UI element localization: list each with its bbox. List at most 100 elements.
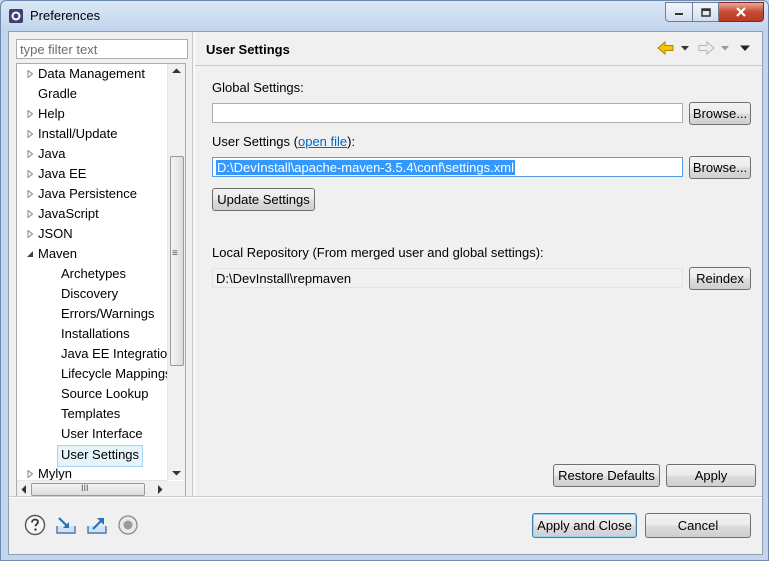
update-settings-button[interactable]: Update Settings: [212, 188, 315, 211]
hscroll-grip: III: [81, 483, 89, 493]
filter-input[interactable]: [16, 39, 188, 59]
window-title: Preferences: [30, 8, 101, 23]
tree-item-label: Mylyn: [38, 466, 72, 481]
tree-item-label: Java EE Integration: [61, 346, 172, 361]
tree-item[interactable]: Errors/Warnings: [61, 304, 154, 324]
tree-item-label: Source Lookup: [61, 386, 149, 401]
tree-item-label: Discovery: [61, 286, 119, 301]
tree-items: Data Management Gradle Help Install/Update J…: [17, 64, 172, 481]
tree-item-label: Lifecycle Mappings: [61, 366, 172, 381]
record-icon[interactable]: [117, 514, 139, 536]
global-settings-input[interactable]: [212, 103, 683, 123]
local-repository-field[interactable]: D:\DevInstall\repmaven: [212, 268, 683, 288]
horizontal-scroll-thumb[interactable]: III: [31, 483, 145, 496]
close-button[interactable]: [719, 2, 764, 22]
tree-item[interactable]: Install/Update: [27, 124, 118, 144]
tree-item-label: Install/Update: [38, 126, 118, 141]
global-settings-label: Global Settings:: [212, 80, 304, 95]
title-separator: [195, 65, 762, 66]
tree-vertical-scrollbar[interactable]: ≡: [167, 64, 185, 480]
import-icon[interactable]: [55, 514, 77, 536]
restore-defaults-button[interactable]: Restore Defaults: [553, 464, 660, 487]
tree-item-label: Maven: [38, 246, 78, 261]
user-browse-button[interactable]: Browse...: [689, 156, 751, 179]
tree-item[interactable]: Gradle: [38, 84, 77, 104]
footer-separator-highlight: [9, 497, 762, 498]
tree-item[interactable]: Source Lookup: [61, 384, 148, 404]
back-dropdown-icon[interactable]: [680, 40, 690, 56]
tree-item[interactable]: Java: [27, 144, 65, 164]
tree-item[interactable]: Data Management: [27, 64, 145, 84]
tree-horizontal-scrollbar[interactable]: III: [17, 480, 168, 497]
forward-arrow-icon[interactable]: [697, 40, 715, 56]
tree-item-label: User Interface: [61, 426, 143, 441]
tree-item[interactable]: Maven: [27, 244, 78, 264]
user-settings-label-text: User Settings (: [212, 134, 298, 149]
preferences-window: Preferences Data Management Gradle Help Ins…: [0, 0, 769, 561]
tree-item[interactable]: Help: [27, 104, 65, 124]
collapsed-triangle-icon[interactable]: [25, 144, 35, 164]
user-settings-value: D:\DevInstall\apache-maven-3.5.4\conf\se…: [216, 160, 515, 175]
collapsed-triangle-icon[interactable]: [25, 224, 35, 244]
tree-item[interactable]: Templates: [61, 404, 120, 424]
eclipse-app-icon: [9, 9, 23, 23]
collapsed-triangle-icon[interactable]: [25, 164, 35, 184]
collapsed-triangle-icon[interactable]: [25, 184, 35, 204]
scroll-down-icon[interactable]: [172, 470, 181, 476]
tree-item[interactable]: Java EE Integration: [61, 344, 172, 364]
preferences-tree: Data Management Gradle Help Install/Update J…: [16, 63, 186, 498]
user-settings-label: User Settings (open file):: [212, 134, 355, 149]
tree-item[interactable]: User Interface: [61, 424, 143, 444]
tree-item-label: Templates: [61, 406, 121, 421]
tree-item[interactable]: Archetypes: [61, 264, 126, 284]
scroll-right-icon[interactable]: [157, 485, 163, 494]
tree-item-label: Installations: [61, 326, 130, 341]
tree-item-label: Errors/Warnings: [61, 306, 155, 321]
maximize-button[interactable]: [693, 2, 719, 22]
reindex-button[interactable]: Reindex: [689, 267, 751, 290]
tree-item-label: Help: [38, 106, 65, 121]
forward-dropdown-icon[interactable]: [720, 40, 730, 56]
collapsed-triangle-icon[interactable]: [25, 104, 35, 124]
cancel-button[interactable]: Cancel: [645, 513, 751, 538]
tree-item-label: Gradle: [38, 86, 78, 101]
apply-button[interactable]: Apply: [666, 464, 756, 487]
export-icon[interactable]: [86, 514, 108, 536]
pane-sash[interactable]: [192, 32, 193, 496]
tree-item[interactable]: Mylyn: [27, 464, 72, 481]
dialog-client-area: Data Management Gradle Help Install/Update J…: [8, 31, 763, 555]
tree-item-label: User Settings: [61, 447, 140, 462]
view-menu-icon[interactable]: [739, 40, 751, 56]
tree-item-label: JSON: [38, 226, 73, 241]
maximize-icon: [700, 7, 711, 17]
user-settings-label-end: ):: [347, 134, 356, 149]
global-browse-button[interactable]: Browse...: [689, 102, 751, 125]
tree-item[interactable]: Installations: [61, 324, 130, 344]
back-arrow-icon[interactable]: [657, 40, 675, 56]
tree-item[interactable]: JSON: [27, 224, 73, 244]
collapsed-triangle-icon[interactable]: [25, 64, 35, 84]
help-icon[interactable]: [24, 514, 46, 536]
vertical-scroll-thumb[interactable]: ≡: [170, 156, 184, 366]
tree-item[interactable]: Java EE: [27, 164, 87, 184]
apply-and-close-button[interactable]: Apply and Close: [532, 513, 637, 538]
minimize-button[interactable]: [665, 2, 693, 22]
scroll-left-icon[interactable]: [21, 485, 27, 494]
expanded-triangle-icon[interactable]: [25, 244, 35, 264]
tree-item[interactable]: Java Persistence: [27, 184, 137, 204]
tree-item-label: Data Management: [38, 66, 145, 81]
tree-item[interactable]: Lifecycle Mappings: [61, 364, 172, 384]
scroll-up-icon[interactable]: [172, 68, 181, 74]
title-bar[interactable]: Preferences: [1, 1, 768, 31]
collapsed-triangle-icon[interactable]: [25, 464, 35, 481]
user-settings-input[interactable]: D:\DevInstall\apache-maven-3.5.4\conf\se…: [212, 157, 683, 177]
open-file-link[interactable]: open file: [298, 134, 347, 149]
collapsed-triangle-icon[interactable]: [25, 204, 35, 224]
local-repository-label: Local Repository (From merged user and g…: [212, 245, 544, 260]
tree-item[interactable]: JavaScript: [27, 204, 99, 224]
collapsed-triangle-icon[interactable]: [25, 124, 35, 144]
tree-item[interactable]: Discovery: [61, 284, 118, 304]
tree-item-label: JavaScript: [38, 206, 99, 221]
tree-item-label: Java EE: [38, 166, 87, 181]
pane-sash-highlight: [194, 32, 195, 496]
